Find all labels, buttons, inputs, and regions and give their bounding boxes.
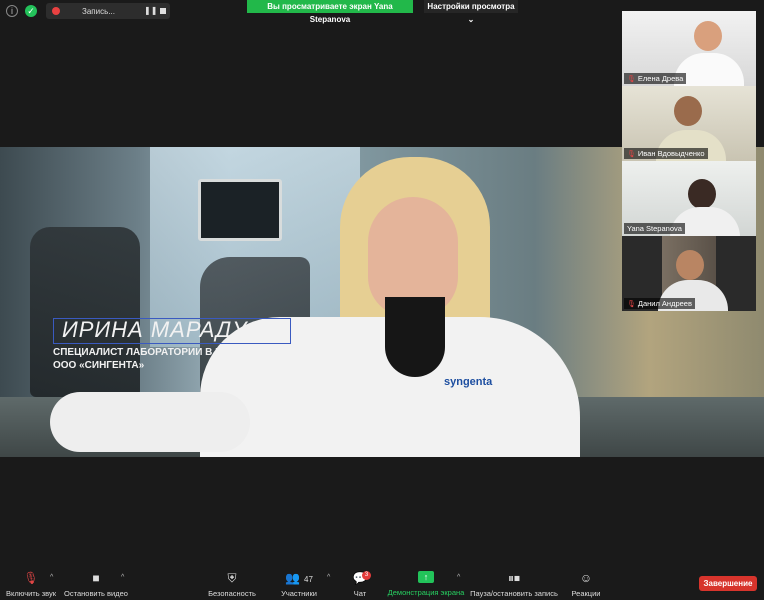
participant-tile[interactable]: 🎙 Данил Андреев (622, 236, 756, 311)
stop-video-label: Остановить видео (64, 589, 128, 598)
video-options-chevron-icon[interactable]: ^ (121, 574, 124, 581)
recording-label: Запись... (82, 7, 115, 16)
share-screen-arrow-icon: ↑ (418, 571, 434, 583)
lower-third-name: ИРИНА МАРАДУДА (62, 317, 279, 342)
participant-name-tag: 🎙 Данил Андреев (624, 298, 695, 309)
mic-muted-icon: 🎙 (627, 76, 636, 83)
security-button[interactable]: ⛨ Безопасность (205, 571, 259, 598)
shield-icon: ⛨ (227, 571, 237, 585)
shield-check-icon[interactable]: ✓ (25, 5, 37, 17)
chat-label: Чат (353, 589, 367, 598)
recording-dot-icon (52, 7, 60, 15)
participant-tile[interactable]: 🎙 Елена Древа (622, 11, 756, 86)
participant-tile[interactable]: Yana Stepanova (622, 161, 756, 236)
share-screen-label: Демонстрация экрана (387, 588, 465, 597)
recording-indicator: Запись... ❚❚ (46, 3, 170, 19)
mic-muted-icon: 🎙 (627, 151, 636, 158)
end-meeting-button[interactable]: Завершение (699, 576, 757, 591)
view-options-button[interactable]: Настройки просмотра ⌄ (424, 0, 518, 24)
participant-name-tag: 🎙 Елена Древа (624, 73, 687, 84)
participant-name-tag: Yana Stepanova (624, 223, 685, 234)
view-options-label: Настройки просмотра (427, 2, 515, 11)
info-icon[interactable]: i (6, 5, 18, 17)
participants-icon: 👥 47 (285, 571, 313, 585)
presenter-in-video (50, 157, 580, 457)
participants-label: Участники (281, 589, 317, 598)
chat-unread-badge: 3 (362, 571, 371, 580)
lower-third-company: ООО «СИНГЕНТА» (53, 360, 145, 371)
share-options-chevron-icon[interactable]: ^ (457, 574, 460, 581)
unmute-label: Включить звук (5, 589, 57, 598)
participants-button[interactable]: 👥 47 Участники (278, 571, 320, 598)
reactions-label: Реакции (571, 589, 601, 598)
microscope-left (30, 227, 140, 397)
reactions-button[interactable]: ☺ Реакции (568, 571, 604, 598)
pause-stop-recording-button[interactable]: ⏸⏹ Пауза/остановить запись (468, 571, 560, 598)
coat-logo: syngenta (444, 376, 493, 388)
video-camera-icon: ■ (92, 571, 100, 585)
stop-recording-icon[interactable] (160, 8, 166, 14)
share-screen-button[interactable]: ↑ Демонстрация экрана (386, 571, 466, 597)
stop-video-button[interactable]: ■ Остановить видео (64, 571, 128, 598)
participants-options-chevron-icon[interactable]: ^ (327, 574, 330, 581)
security-label: Безопасность (208, 589, 256, 598)
participants-count: 47 (304, 575, 313, 584)
pause-stop-icon: ⏸⏹ (507, 571, 520, 585)
participant-tile[interactable]: 🎙 Иван Вдовыдченко (622, 86, 756, 161)
mic-muted-icon: 🎙 (627, 301, 636, 308)
smiley-plus-icon: ☺ (579, 571, 593, 585)
pause-recording-label: Пауза/остановить запись (470, 589, 558, 598)
chevron-down-icon: ⌄ (467, 15, 475, 24)
audio-options-chevron-icon[interactable]: ^ (50, 574, 53, 581)
participant-name-tag: 🎙 Иван Вдовыдченко (624, 148, 708, 159)
lower-third-role: СПЕЦИАЛИСТ ЛАБОРАТОРИИ В КРАСНОДАРЕ (53, 347, 284, 358)
pause-recording-icon[interactable]: ❚❚ (144, 6, 157, 15)
viewing-screen-banner: Вы просматриваете экран Yana Stepanova (247, 0, 413, 24)
